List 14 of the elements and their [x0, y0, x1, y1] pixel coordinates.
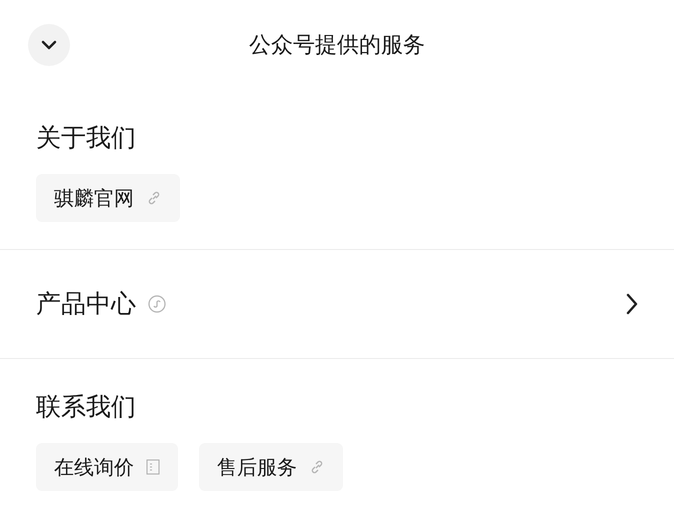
page-title: 公众号提供的服务 [249, 33, 425, 58]
link-icon [146, 190, 162, 206]
section-title: 联系我们 [36, 391, 137, 423]
chevron-right-icon[interactable] [626, 293, 638, 315]
mini-program-icon [148, 295, 166, 313]
link-icon [309, 459, 325, 475]
document-icon [146, 459, 160, 475]
chevron-down-icon [40, 39, 58, 51]
service-chip[interactable]: 在线询价 [36, 443, 178, 491]
section-link[interactable]: 产品中心 [36, 284, 136, 324]
service-chip[interactable]: 售后服务 [199, 443, 343, 491]
service-chip[interactable]: 骐麟官网 [36, 174, 180, 222]
collapse-button[interactable] [28, 24, 70, 66]
section-title: 关于我们 [36, 122, 137, 154]
